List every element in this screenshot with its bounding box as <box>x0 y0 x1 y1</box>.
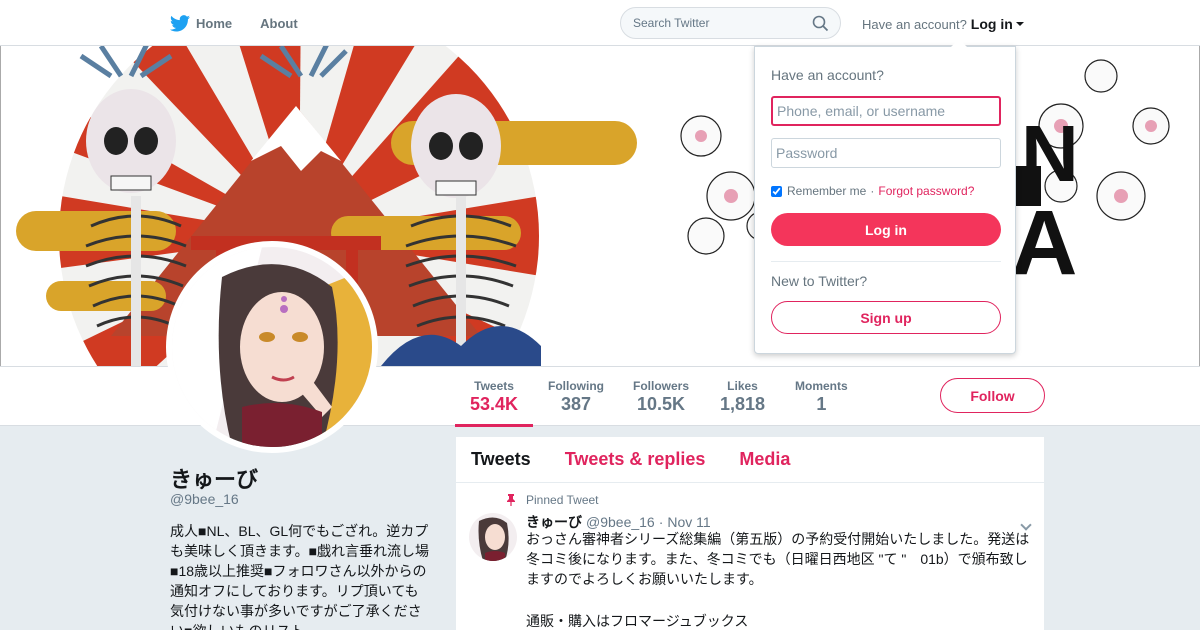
account-menu: Have an account? Log in <box>862 16 1024 32</box>
svg-text:A: A <box>1011 192 1077 294</box>
nav-home[interactable]: Home <box>170 14 233 32</box>
tweet-avatar[interactable] <box>469 513 517 561</box>
new-to-twitter-text: New to Twitter? <box>771 273 868 289</box>
dropdown-divider <box>771 261 1001 262</box>
tweet-text-continued: 通販・購入はフロマージュブックス <box>526 613 749 629</box>
stat-label: Tweets <box>474 379 514 393</box>
forgot-password-link[interactable]: Forgot password? <box>878 184 974 198</box>
login-button[interactable]: Log in <box>771 213 1001 246</box>
nav-about[interactable]: About <box>260 16 298 31</box>
stat-value: 1 <box>816 394 827 414</box>
profile-avatar[interactable] <box>166 241 378 453</box>
dropdown-caret <box>951 39 967 47</box>
password-field[interactable] <box>771 138 1001 168</box>
tweet-date[interactable]: Nov 11 <box>667 514 710 530</box>
signup-button[interactable]: Sign up <box>771 301 1001 334</box>
stat-tweets[interactable]: Tweets 53.4K <box>454 379 534 427</box>
tweet-separator: · <box>658 514 664 530</box>
remember-row: Remember me · Forgot password? <box>771 184 974 198</box>
timeline-tabs: Tweets Tweets & replies Media <box>456 437 1044 483</box>
profile-handle[interactable]: @9bee_16 <box>170 491 239 507</box>
nav-about-label: About <box>260 15 298 31</box>
stat-value: 387 <box>560 394 592 414</box>
stat-label: Likes <box>727 379 758 393</box>
login-dropdown-title: Have an account? <box>771 67 884 83</box>
remember-label[interactable]: Remember me <box>787 184 866 198</box>
top-navigation: Home About Have an account? Log in <box>0 0 1200 46</box>
avatar-illustration <box>172 247 372 447</box>
stat-value: 53.4K <box>470 394 519 414</box>
profile-bio: 成人■NL、BL、GL何でもござれ。逆カプも美味しく頂きます。■戯れ言垂れ流し場… <box>170 523 430 630</box>
have-account-text: Have an account? <box>862 16 967 32</box>
username-field[interactable] <box>771 96 1001 126</box>
tweet-avatar-image <box>469 513 517 561</box>
nav-links: Home About <box>170 0 326 46</box>
pinned-label: Pinned Tweet <box>526 493 599 507</box>
stat-value: 10.5K <box>636 394 686 414</box>
stat-label: Moments <box>795 379 848 393</box>
pinned-indicator: Pinned Tweet <box>506 493 599 507</box>
tab-tweets[interactable]: Tweets <box>471 449 531 470</box>
login-dropdown: Have an account? Remember me · Forgot pa… <box>754 39 1016 354</box>
chevron-down-icon[interactable] <box>1015 22 1024 26</box>
follow-button[interactable]: Follow <box>940 378 1045 413</box>
stat-likes[interactable]: Likes 1,818 <box>720 379 765 415</box>
search-input[interactable] <box>633 16 803 30</box>
search-icon[interactable] <box>812 15 829 32</box>
stat-followers[interactable]: Followers 10.5K <box>633 379 689 415</box>
twitter-bird-icon <box>170 14 190 31</box>
remember-separator: · <box>870 184 875 198</box>
tab-media[interactable]: Media <box>739 449 790 470</box>
stat-value: 1,818 <box>720 394 766 414</box>
stat-following[interactable]: Following 387 <box>548 379 604 415</box>
stat-moments[interactable]: Moments 1 <box>795 379 848 415</box>
remember-checkbox[interactable] <box>771 185 782 197</box>
search-box[interactable] <box>620 7 841 39</box>
nav-home-label: Home <box>196 15 233 31</box>
tweet-author-handle[interactable]: @9bee_16 <box>586 514 655 530</box>
tab-tweets-replies[interactable]: Tweets & replies <box>565 449 706 470</box>
stat-label: Followers <box>633 379 690 393</box>
stat-label: Following <box>548 379 604 393</box>
tweet-text: おっさん審神者シリーズ総集編（第五版）の予約受付開始いたしました。発送は冬コミ後… <box>526 531 1030 587</box>
profile-name: きゅーび <box>170 467 259 492</box>
login-dropdown-toggle[interactable]: Log in <box>971 16 1013 32</box>
pin-icon <box>507 494 515 506</box>
